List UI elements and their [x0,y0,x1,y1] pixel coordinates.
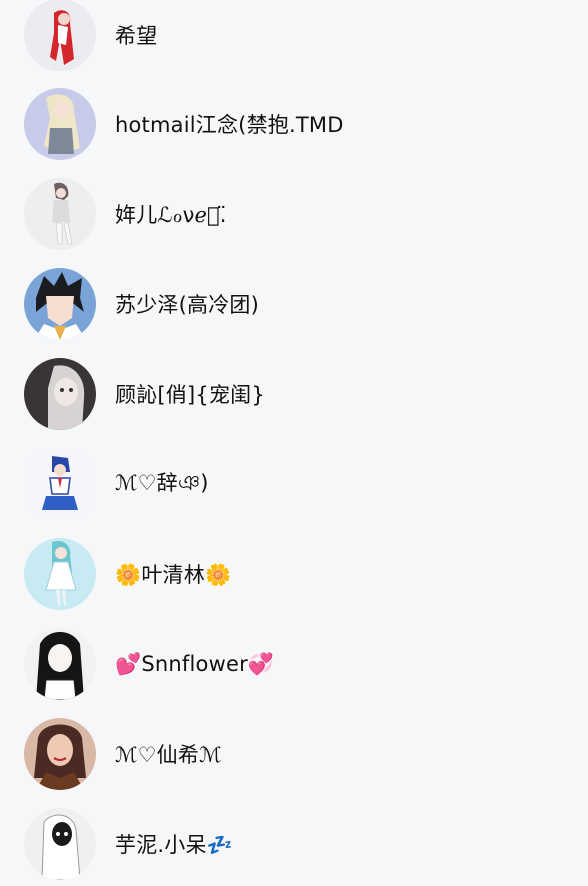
contact-row[interactable]: 💕Snnflower💞 [0,619,588,709]
contact-name: hotmail江念(禁抱.TMD [115,113,344,137]
contact-name: 🌼叶清林🌼 [115,563,232,587]
contact-name: 芋泥.小呆💤 [115,833,234,857]
contact-row[interactable]: 希望 [0,0,588,80]
avatar-blonde-girl-icon[interactable] [24,88,96,160]
contact-row[interactable]: ℳ♡辞ঞ) [0,439,588,529]
contact-row[interactable]: 芋泥.小呆💤 [0,799,588,886]
contact-row[interactable]: 姩儿ℒℴνℯ͛.̈ [0,169,588,259]
contact-row[interactable]: 🌼叶清林🌼 [0,529,588,619]
contact-name: ℳ♡仙希ℳ [115,743,222,767]
avatar-teal-girl-icon[interactable] [24,538,96,610]
contact-name: 希望 [115,24,158,48]
avatar-portrait-woman-icon[interactable] [24,718,96,790]
contact-name: 💕Snnflower💞 [115,651,275,676]
contact-row[interactable]: 苏少泽(高冷团) [0,259,588,349]
avatar-red-hair-girl-icon[interactable] [24,0,96,71]
contact-list: 希望 hotmail江念(禁抱.TMD 姩儿ℒℴνℯ͛.̈ 苏少泽(高冷团) 顾… [0,0,588,886]
avatar-maid-girl-icon[interactable] [24,628,96,700]
contact-row[interactable]: hotmail江念(禁抱.TMD [0,79,588,169]
contact-name: 苏少泽(高冷团) [115,293,259,317]
avatar-anime-boy-icon[interactable] [24,268,96,340]
contact-name: ℳ♡辞ঞ) [115,470,209,495]
contact-row[interactable]: 顾訫[俏]{宠闺} [0,349,588,439]
avatar-dark-girl-icon[interactable] [24,358,96,430]
contact-name: 顾訫[俏]{宠闺} [115,383,265,407]
avatar-sketch-figure-icon[interactable] [24,808,96,880]
avatar-standing-girl-icon[interactable] [24,178,96,250]
contact-row[interactable]: ℳ♡仙希ℳ [0,709,588,799]
contact-name: 姩儿ℒℴνℯ͛.̈ [115,203,227,227]
avatar-blue-boy-icon[interactable] [24,448,96,520]
